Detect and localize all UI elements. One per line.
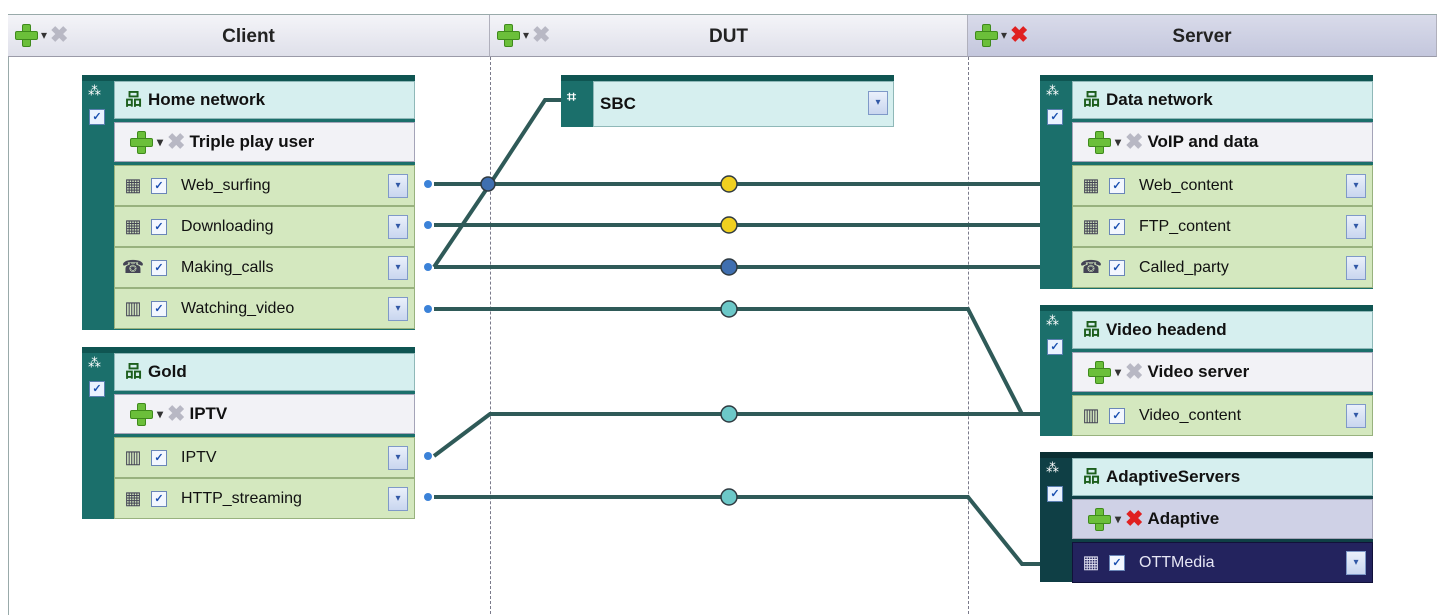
link-node [720,488,738,506]
link-http [434,495,1040,566]
link-iptv [432,412,1040,458]
link-node [720,175,738,193]
link-node [720,300,738,318]
port [424,180,432,188]
port [424,221,432,229]
link-node [720,405,738,423]
link-node [480,176,496,192]
link-watch-video [434,307,1040,416]
connection-lines [424,98,1040,566]
link-node [720,258,738,276]
link-node [720,216,738,234]
port [424,305,432,313]
port [424,493,432,501]
port [424,263,432,271]
port [424,452,432,460]
